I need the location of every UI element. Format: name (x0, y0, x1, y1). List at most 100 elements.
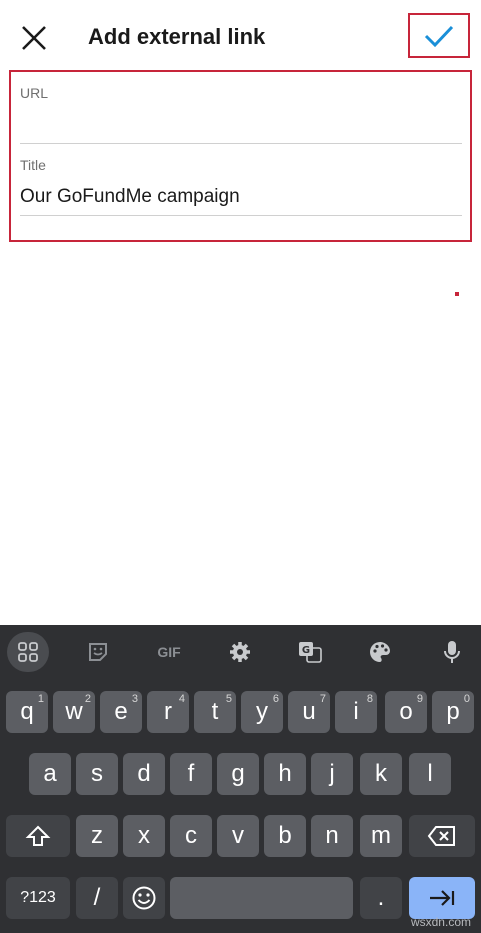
microphone-icon (444, 641, 460, 663)
key-hint: 9 (416, 693, 423, 705)
close-icon (22, 26, 46, 50)
key-label: i (353, 698, 359, 725)
key-s[interactable]: s (76, 753, 118, 795)
key-label: j (329, 760, 335, 787)
key-label: p (446, 698, 460, 725)
red-marker (455, 292, 459, 296)
key-label: z (91, 822, 103, 849)
key-y[interactable]: y6 (241, 691, 283, 733)
key-hint: 3 (131, 693, 138, 705)
on-screen-keyboard: GIF G q1 w2 e3 r 4 t 5 y 6 u 7 i 8 o 9 p… (0, 625, 481, 933)
link-form: URL Title Our GoFundMe campaign (9, 70, 472, 242)
space-key[interactable] (170, 877, 353, 919)
sticker-button[interactable] (76, 632, 120, 672)
url-label: URL (20, 85, 49, 101)
key-label: o (399, 698, 413, 725)
shift-key[interactable] (6, 815, 70, 857)
watermark: wsxdn.com (410, 915, 471, 929)
key-label: v (232, 822, 244, 849)
gif-button[interactable]: GIF (147, 632, 191, 672)
check-icon (424, 25, 454, 47)
key-j[interactable]: j (311, 753, 353, 795)
sticker-icon (89, 643, 107, 661)
key-k[interactable]: k (360, 753, 402, 795)
page-title: Add external link (88, 24, 266, 49)
voice-input-button[interactable] (430, 632, 474, 672)
key-label: q (20, 698, 34, 725)
next-field-key[interactable] (409, 877, 475, 919)
key-hint: 8 (366, 693, 373, 705)
url-input[interactable] (20, 110, 462, 140)
key-i[interactable]: i8 (335, 691, 377, 733)
key-label: a (43, 760, 57, 787)
key-p[interactable]: p0 (432, 691, 474, 733)
key-m[interactable]: m (360, 815, 402, 857)
key-f[interactable]: f (170, 753, 212, 795)
key-b[interactable]: b (264, 815, 306, 857)
key-label: e (114, 698, 128, 725)
key-label: k (375, 760, 387, 787)
key-x[interactable]: x (123, 815, 165, 857)
apps-grid-button[interactable] (7, 632, 49, 672)
svg-text:G: G (302, 645, 310, 656)
key-g[interactable]: g (217, 753, 259, 795)
top-app-bar: Add external link (0, 0, 481, 70)
key-label: b (278, 822, 292, 849)
slash-key[interactable]: / (76, 877, 118, 919)
key-c[interactable]: c (170, 815, 212, 857)
symbols-key[interactable]: ?123 (6, 877, 70, 919)
key-label: m (371, 822, 391, 849)
key-hint: 2 (84, 693, 91, 705)
key-r[interactable]: r4 (147, 691, 189, 733)
key-e[interactable]: e3 (100, 691, 142, 733)
key-label: y (256, 698, 268, 725)
key-label: l (427, 760, 433, 787)
key-d[interactable]: d (123, 753, 165, 795)
title-underline (20, 215, 462, 216)
backspace-icon (427, 826, 455, 846)
url-underline (20, 143, 462, 144)
key-h[interactable]: h (264, 753, 306, 795)
emoji-key[interactable] (123, 877, 165, 919)
key-w[interactable]: w2 (53, 691, 95, 733)
key-o[interactable]: o9 (385, 691, 427, 733)
key-label: d (137, 760, 151, 787)
key-hint: 6 (272, 693, 279, 705)
key-label: c (185, 822, 197, 849)
theme-button[interactable] (358, 632, 402, 672)
key-l[interactable]: l (409, 753, 451, 795)
backspace-key[interactable] (409, 815, 475, 857)
tab-arrow-icon (430, 890, 455, 906)
key-hint: 1 (37, 693, 44, 705)
key-label: w (65, 698, 83, 725)
emoji-icon (132, 886, 156, 910)
close-button[interactable] (14, 18, 54, 58)
key-label: x (138, 822, 150, 849)
confirm-button[interactable] (408, 13, 470, 58)
key-a[interactable]: a (29, 753, 71, 795)
key-v[interactable]: v (217, 815, 259, 857)
key-label: g (231, 760, 245, 787)
key-hint: 5 (225, 693, 232, 705)
key-label: h (278, 760, 292, 787)
key-label: s (91, 760, 103, 787)
settings-button[interactable] (218, 632, 262, 672)
key-label: n (325, 822, 339, 849)
period-key[interactable]: . (360, 877, 402, 919)
key-q[interactable]: q1 (6, 691, 48, 733)
key-hint: 7 (319, 693, 326, 705)
settings-gear-icon (230, 642, 250, 662)
key-label: u (302, 698, 316, 725)
key-label: f (187, 760, 195, 787)
key-n[interactable]: n (311, 815, 353, 857)
key-label: r (164, 698, 172, 725)
key-label: t (211, 698, 219, 725)
key-t[interactable]: t5 (194, 691, 236, 733)
shift-icon (25, 825, 51, 846)
key-u[interactable]: u7 (288, 691, 330, 733)
translate-button[interactable]: G (288, 632, 332, 672)
title-input[interactable]: Our GoFundMe campaign (20, 186, 240, 208)
key-z[interactable]: z (76, 815, 118, 857)
apps-grid-icon (18, 642, 38, 662)
translate-icon: G (299, 642, 322, 663)
